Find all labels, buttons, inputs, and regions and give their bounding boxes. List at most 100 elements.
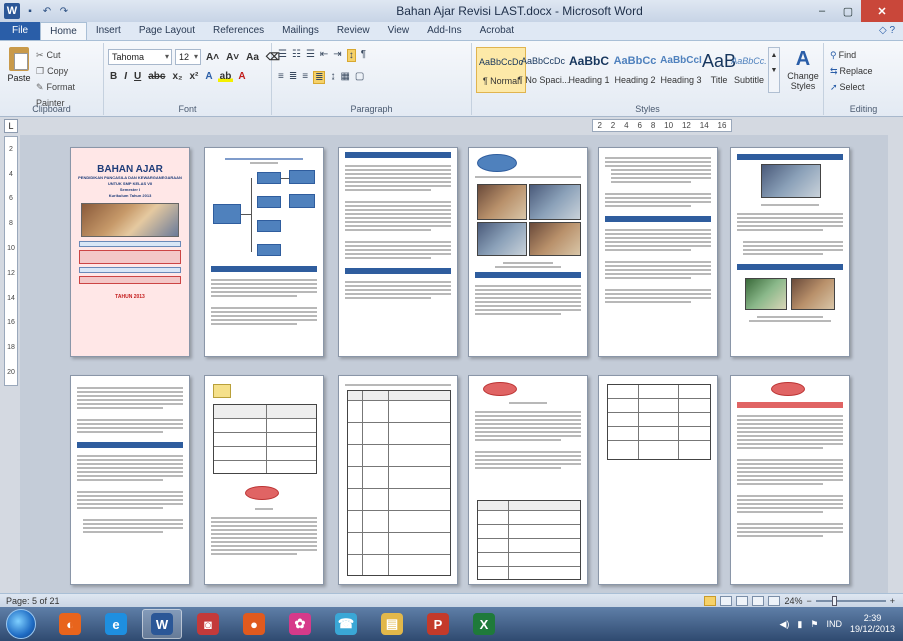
superscript-button[interactable]: x² — [188, 71, 201, 82]
zoom-out-button[interactable]: − — [806, 596, 811, 606]
style-subtitle[interactable]: AaBbCc. Subtitle — [728, 47, 770, 93]
close-button[interactable]: ✕ — [861, 0, 903, 22]
align-center-button[interactable]: ≣ — [289, 71, 297, 84]
shading-button[interactable]: ▦ — [340, 71, 349, 84]
page-thumbnail[interactable] — [468, 375, 588, 585]
replace-button[interactable]: ⇆ Replace — [830, 63, 873, 79]
page-count[interactable]: Page: 5 of 21 — [6, 596, 60, 606]
flag-icon[interactable]: ⚑ — [810, 619, 818, 630]
style-heading-2[interactable]: AaBbCc Heading 2 — [610, 47, 660, 93]
horizontal-ruler[interactable]: 2 2 4 6 8 10 12 14 16 — [592, 119, 732, 132]
page-thumbnail[interactable] — [338, 147, 458, 357]
align-right-button[interactable]: ≡ — [302, 71, 308, 84]
page-thumbnail[interactable]: BAHAN AJAR PENDIDIKAN PANCASILA DAN KEWA… — [70, 147, 190, 357]
tab-selector[interactable]: L — [4, 119, 18, 133]
page-thumbnail[interactable] — [204, 147, 324, 357]
shrink-font-button[interactable]: A˅ — [224, 52, 241, 63]
paste-button[interactable]: Paste — [6, 47, 32, 83]
line-spacing-button[interactable]: ↨ — [330, 71, 335, 84]
print-layout-view-button[interactable] — [704, 595, 717, 606]
strikethrough-button[interactable]: abc — [146, 71, 167, 82]
multilevel-list-button[interactable]: ☰ — [306, 49, 315, 62]
find-button[interactable]: ⚲ Find — [830, 47, 873, 63]
tab-review[interactable]: Review — [328, 22, 379, 40]
zoom-slider[interactable] — [815, 595, 886, 606]
page-thumbnail[interactable] — [730, 375, 850, 585]
volume-icon[interactable]: ◀) — [780, 619, 790, 630]
tab-page-layout[interactable]: Page Layout — [130, 22, 204, 40]
zoom-slider-thumb[interactable] — [831, 595, 837, 606]
italic-button[interactable]: I — [122, 71, 129, 82]
outline-view-button[interactable] — [752, 595, 765, 606]
taskbar-app-button[interactable]: ▤ — [372, 609, 412, 639]
taskbar-app-button[interactable]: ● — [234, 609, 274, 639]
style-no-spacing[interactable]: AaBbCcDc ¶ No Spaci... — [518, 47, 569, 93]
sort-button[interactable]: ↕ — [346, 49, 356, 62]
clock[interactable]: 2:39 19/12/2013 — [850, 613, 895, 635]
zoom-level[interactable]: 24% — [784, 596, 802, 606]
text-effects-button[interactable]: A — [203, 71, 214, 82]
page-thumbnail[interactable] — [468, 147, 588, 357]
decrease-indent-button[interactable]: ⇤ — [320, 49, 328, 62]
taskbar-app-button[interactable]: P — [418, 609, 458, 639]
styles-scroll[interactable]: ▲ ▼ — [768, 47, 780, 93]
document-canvas[interactable]: BAHAN AJAR PENDIDIKAN PANCASILA DAN KEWA… — [20, 135, 888, 593]
font-size-combo[interactable]: 12 — [175, 49, 201, 65]
taskbar-app-button[interactable]: ✿ — [280, 609, 320, 639]
underline-button[interactable]: U — [132, 71, 143, 82]
page-thumbnail[interactable] — [204, 375, 324, 585]
minimize-button[interactable]: – — [809, 0, 835, 22]
show-marks-button[interactable]: ¶ — [361, 49, 366, 62]
subscript-button[interactable]: x₂ — [170, 71, 184, 82]
font-color-button[interactable]: A — [236, 71, 247, 82]
change-case-button[interactable]: Aa — [244, 52, 261, 63]
page-thumbnail[interactable] — [730, 147, 850, 357]
align-left-button[interactable]: ≡ — [278, 71, 284, 84]
taskbar-app-button[interactable]: ◙ — [188, 609, 228, 639]
web-layout-view-button[interactable] — [736, 595, 749, 606]
taskbar-app-button[interactable]: W — [142, 609, 182, 639]
bullets-button[interactable]: ☰ — [278, 49, 287, 62]
borders-button[interactable]: ▢ — [355, 71, 364, 84]
tab-acrobat[interactable]: Acrobat — [471, 22, 523, 40]
page-thumbnail[interactable] — [338, 375, 458, 585]
tab-add-ins[interactable]: Add-Ins — [418, 22, 470, 40]
taskbar-app-button[interactable]: e — [96, 609, 136, 639]
grow-font-button[interactable]: A˄ — [204, 52, 221, 63]
change-styles-button[interactable]: A Change Styles — [784, 47, 822, 91]
increase-indent-button[interactable]: ⇥ — [333, 49, 341, 62]
undo-icon[interactable]: ↶ — [40, 4, 54, 18]
font-name-combo[interactable]: Tahoma — [108, 49, 172, 65]
page-thumbnail[interactable] — [598, 375, 718, 585]
redo-icon[interactable]: ↷ — [57, 4, 71, 18]
tab-home[interactable]: Home — [40, 22, 87, 40]
tab-view[interactable]: View — [379, 22, 419, 40]
justify-button[interactable]: ≣ — [313, 71, 326, 84]
taskbar-app-button[interactable]: ☎ — [326, 609, 366, 639]
bold-button[interactable]: B — [108, 71, 119, 82]
tab-insert[interactable]: Insert — [87, 22, 130, 40]
save-icon[interactable]: ▪ — [23, 4, 37, 18]
vertical-ruler[interactable]: 2 4 6 8 10 12 14 16 18 20 — [4, 136, 18, 386]
help-icon[interactable]: ◇ ? — [879, 22, 903, 40]
maximize-button[interactable]: ▢ — [835, 0, 861, 22]
tab-mailings[interactable]: Mailings — [273, 22, 328, 40]
page-thumbnail[interactable] — [70, 375, 190, 585]
full-screen-view-button[interactable] — [720, 595, 733, 606]
zoom-in-button[interactable]: + — [890, 596, 895, 606]
copy-button[interactable]: ❐ Copy — [36, 63, 103, 79]
select-button[interactable]: ➚ Select — [830, 79, 873, 95]
tab-references[interactable]: References — [204, 22, 273, 40]
page-thumbnail[interactable] — [598, 147, 718, 357]
style-heading-1[interactable]: AaBbC Heading 1 — [564, 47, 614, 93]
tab-file[interactable]: File — [0, 22, 41, 40]
highlight-button[interactable]: ab — [217, 71, 234, 82]
draft-view-button[interactable] — [768, 595, 781, 606]
start-button[interactable] — [6, 609, 36, 639]
cut-button[interactable]: ✂ Cut — [36, 47, 103, 63]
taskbar-app-button[interactable]: ◐ — [50, 609, 90, 639]
language-indicator[interactable]: IND — [826, 619, 842, 629]
taskbar-app-button[interactable]: X — [464, 609, 504, 639]
numbering-button[interactable]: ☷ — [292, 49, 301, 62]
word-app-icon[interactable]: W — [4, 3, 20, 19]
